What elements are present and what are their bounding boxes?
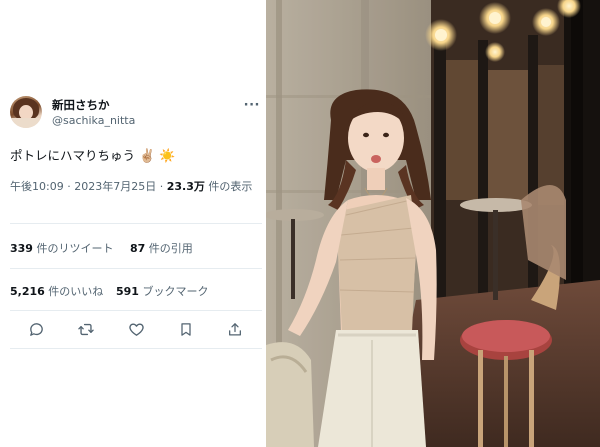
views-label: 件の表示 — [204, 180, 253, 193]
avatar[interactable] — [10, 96, 42, 128]
tweet-card: 新田さちか @sachika_nitta ··· ポトレにハマりちゅう ✌🏼 ☀… — [0, 0, 266, 447]
retweets-stat[interactable]: 339 件のリツイート — [10, 242, 113, 255]
bookmarks-stat[interactable]: 591 ブックマーク — [116, 283, 208, 299]
tweet-time[interactable]: 午後10:09 — [10, 180, 64, 193]
divider — [10, 310, 262, 311]
share-icon[interactable] — [225, 320, 245, 338]
divider — [10, 348, 262, 349]
more-icon[interactable]: ··· — [244, 98, 260, 113]
quotes-label: 件の引用 — [145, 242, 193, 255]
heart-icon[interactable] — [126, 320, 146, 338]
tweet-meta: 午後10:09 · 2023年7月25日 · 23.3万 件の表示 — [10, 178, 260, 196]
reply-icon[interactable] — [26, 320, 46, 338]
photo-illustration — [266, 0, 600, 447]
user-handle[interactable]: @sachika_nitta — [52, 114, 135, 127]
tweet-text: ポトレにハマりちゅう ✌🏼 ☀️ — [10, 145, 260, 164]
sun-emoji: ☀️ — [159, 149, 176, 164]
tweet-photo[interactable] — [266, 0, 600, 447]
bookmarks-count: 591 — [116, 285, 139, 298]
views-count: 23.3万 — [166, 180, 205, 193]
tweet-body: ポトレにハマりちゅう — [10, 148, 136, 163]
likes-label: 件のいいね — [44, 285, 104, 298]
likes-count: 5,216 — [10, 285, 45, 298]
retweets-label: 件のリツイート — [32, 242, 114, 255]
meta-separator: · — [63, 180, 75, 193]
divider — [10, 223, 262, 224]
peace-emoji: ✌🏼 — [139, 149, 156, 164]
tweet-header: 新田さちか @sachika_nitta ··· — [10, 96, 262, 132]
bookmark-icon[interactable] — [176, 320, 196, 338]
retweets-count: 339 — [10, 242, 33, 255]
divider — [10, 268, 262, 269]
stats-row-retweets: 339 件のリツイート 87 件の引用 — [10, 240, 262, 256]
retweet-icon[interactable] — [76, 320, 96, 338]
bookmarks-label: ブックマーク — [138, 285, 209, 298]
quotes-count: 87 — [130, 242, 146, 255]
tweet-date[interactable]: 2023年7月25日 — [74, 180, 156, 193]
action-bar — [10, 318, 250, 340]
display-name[interactable]: 新田さちか — [52, 97, 110, 113]
meta-separator: · — [156, 180, 167, 193]
stats-row-likes: 5,216 件のいいね 591 ブックマーク — [10, 283, 262, 299]
quotes-stat[interactable]: 87 件の引用 — [130, 240, 193, 256]
likes-stat[interactable]: 5,216 件のいいね — [10, 285, 103, 298]
